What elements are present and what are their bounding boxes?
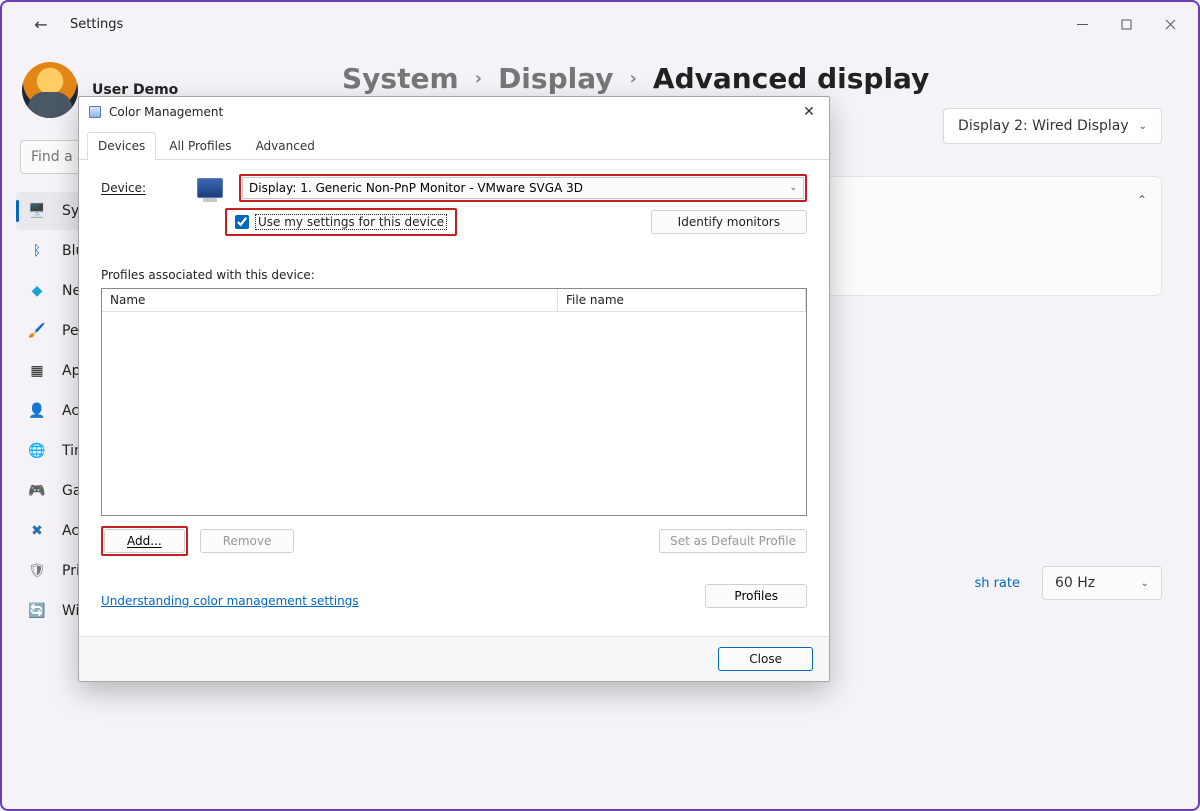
refresh-rate-select[interactable]: 60 Hz ⌄: [1042, 566, 1162, 600]
display-icon: 🖥️: [28, 202, 46, 220]
breadcrumb: System › Display › Advanced display: [342, 62, 1162, 95]
update-icon: 🔄: [28, 602, 46, 620]
use-settings-highlight: Use my settings for this device: [225, 208, 457, 236]
color-management-dialog: Color Management ✕ Devices All Profiles …: [78, 96, 830, 682]
tab-all-profiles[interactable]: All Profiles: [158, 132, 242, 160]
display-selector-label: Display 2: Wired Display: [958, 118, 1129, 134]
device-label: Device:: [101, 181, 181, 195]
brush-icon: 🖌️: [28, 322, 46, 340]
profiles-header-row: Name File name: [102, 289, 806, 312]
refresh-rate-row: sh rate 60 Hz ⌄: [974, 566, 1162, 600]
dialog-close-ok-button[interactable]: Close: [718, 647, 813, 671]
use-my-settings-label[interactable]: Use my settings for this device: [255, 214, 447, 230]
close-window-button[interactable]: [1148, 9, 1192, 39]
window-title: Settings: [70, 17, 123, 32]
tab-devices[interactable]: Devices: [87, 132, 156, 160]
help-link[interactable]: Understanding color management settings: [101, 594, 359, 608]
device-select[interactable]: Display: 1. Generic Non-PnP Monitor - VM…: [242, 177, 804, 199]
accessibility-icon: ✖: [28, 522, 46, 540]
back-button[interactable]: ←: [26, 9, 56, 39]
add-profile-button[interactable]: Add...: [104, 529, 185, 553]
breadcrumb-system[interactable]: System: [342, 62, 459, 95]
chevron-right-icon: ›: [475, 68, 482, 89]
monitor-icon: [195, 174, 225, 202]
add-button-highlight: Add...: [101, 526, 188, 556]
dialog-titlebar[interactable]: Color Management ✕: [79, 97, 829, 127]
identify-monitors-button[interactable]: Identify monitors: [651, 210, 807, 234]
person-icon: 👤: [28, 402, 46, 420]
shield-icon: 🛡: [28, 562, 46, 580]
apps-icon: ▦: [28, 362, 46, 380]
refresh-rate-link[interactable]: sh rate: [974, 576, 1020, 591]
chevron-down-icon: ⌄: [1141, 578, 1149, 589]
maximize-button[interactable]: [1104, 9, 1148, 39]
bluetooth-icon: ᛒ: [28, 242, 46, 260]
profiles-list-label: Profiles associated with this device:: [101, 268, 807, 282]
use-my-settings-checkbox[interactable]: [235, 215, 249, 229]
dialog-title: Color Management: [109, 105, 223, 119]
remove-profile-button: Remove: [200, 529, 295, 553]
display-selector[interactable]: Display 2: Wired Display ⌄: [943, 108, 1162, 144]
avatar: [22, 62, 78, 118]
column-header-name[interactable]: Name: [102, 289, 558, 312]
dialog-footer: Close: [79, 636, 829, 681]
dialog-close-button[interactable]: ✕: [795, 101, 823, 123]
profiles-listview[interactable]: Name File name: [101, 288, 807, 516]
titlebar: ← Settings: [2, 2, 1198, 46]
color-management-icon: [87, 104, 103, 120]
breadcrumb-display[interactable]: Display: [498, 62, 613, 95]
tab-advanced[interactable]: Advanced: [245, 132, 326, 160]
breadcrumb-current: Advanced display: [653, 62, 929, 95]
refresh-rate-value: 60 Hz: [1055, 575, 1095, 591]
profiles-button[interactable]: Profiles: [705, 584, 807, 608]
chevron-up-icon[interactable]: ⌃: [1137, 193, 1147, 207]
column-header-filename[interactable]: File name: [558, 289, 806, 312]
minimize-button[interactable]: [1060, 9, 1104, 39]
chevron-down-icon: ⌄: [1139, 121, 1147, 132]
device-select-highlight: Display: 1. Generic Non-PnP Monitor - VM…: [239, 174, 807, 202]
device-select-value: Display: 1. Generic Non-PnP Monitor - VM…: [249, 181, 583, 195]
chevron-down-icon: ⌄: [789, 183, 797, 193]
globe-icon: 🌐: [28, 442, 46, 460]
wifi-icon: ◆: [28, 282, 46, 300]
set-default-profile-button: Set as Default Profile: [659, 529, 807, 553]
dialog-tabs: Devices All Profiles Advanced: [79, 131, 829, 160]
gamepad-icon: 🎮: [28, 482, 46, 500]
chevron-right-icon: ›: [630, 68, 637, 89]
